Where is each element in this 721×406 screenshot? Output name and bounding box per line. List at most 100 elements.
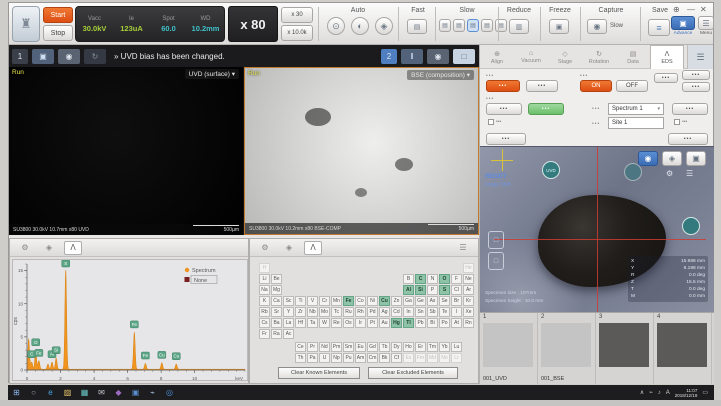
tab-vacuum[interactable]: ⌂Vacuum — [514, 45, 548, 69]
tab-eds[interactable]: ΛEDS — [650, 45, 684, 69]
element-Dy[interactable]: Dy — [391, 342, 402, 352]
element-Sb[interactable]: Sb — [427, 307, 438, 317]
chamber-camera-view[interactable]: RESET Image Shift UVD ⚙ ☰ ◉ ◈ ▣ □ □ Spec… — [480, 146, 714, 312]
element-Sn[interactable]: Sn — [415, 307, 426, 317]
element-Pb[interactable]: Pb — [415, 318, 426, 328]
element-Th[interactable]: Th — [295, 353, 306, 363]
element-Nd[interactable]: Nd — [319, 342, 330, 352]
panel1-detector-dropdown[interactable]: UVD (surface) ▾ — [185, 69, 239, 79]
eds-small-button[interactable]: ••• — [682, 82, 710, 92]
slow-scan-button-1[interactable]: ▤ — [439, 19, 451, 32]
panel2-pause-button[interactable]: ‖ — [401, 49, 423, 64]
element-Ni[interactable]: Ni — [367, 296, 378, 306]
auto-focus-button[interactable]: ⊙ — [327, 17, 345, 35]
ime-indicator[interactable]: A — [666, 390, 670, 396]
element-Fr[interactable]: Fr — [259, 329, 270, 339]
element-Er[interactable]: Er — [415, 342, 426, 352]
thumbnail-slot-2[interactable]: 2 001_BSE — [538, 313, 596, 384]
eds-small-button[interactable]: ••• — [654, 73, 678, 83]
uvd-detector-badge[interactable]: UVD — [542, 161, 560, 179]
element-Ba[interactable]: Ba — [271, 318, 282, 328]
element-Pd[interactable]: Pd — [367, 307, 378, 317]
eds-active-button[interactable]: ••• — [528, 103, 564, 115]
element-La[interactable]: La — [283, 318, 294, 328]
element-Au[interactable]: Au — [379, 318, 390, 328]
element-Cl[interactable]: Cl — [451, 285, 462, 295]
zoom-out-button[interactable]: □ — [488, 252, 504, 270]
fast-scan-button[interactable]: ▤ — [407, 19, 427, 34]
panel1-number-button[interactable]: 1 — [12, 49, 28, 64]
element-P[interactable]: P — [427, 285, 438, 295]
element-He[interactable]: He — [463, 263, 474, 273]
freeze-button[interactable]: ▣ — [549, 19, 569, 34]
element-Ga[interactable]: Ga — [403, 296, 414, 306]
element-Md[interactable]: Md — [427, 353, 438, 363]
slow-scan-button-5[interactable]: ▤ — [495, 19, 507, 32]
element-Ho[interactable]: Ho — [403, 342, 414, 352]
volume-icon[interactable]: ♪ — [658, 390, 661, 396]
element-U[interactable]: U — [319, 353, 330, 363]
element-Bk[interactable]: Bk — [379, 353, 390, 363]
auto-brightness-button[interactable]: ◐ — [351, 17, 369, 35]
element-O[interactable]: O — [439, 274, 450, 284]
element-Cm[interactable]: Cm — [367, 353, 378, 363]
element-Mn[interactable]: Mn — [331, 296, 342, 306]
element-Cs[interactable]: Cs — [259, 318, 270, 328]
app-icon-blue[interactable]: ▣ — [127, 385, 144, 400]
network-icon[interactable]: ⌁ — [649, 389, 653, 396]
mail-icon[interactable]: ✉ — [93, 385, 110, 400]
slow-scan-button-3[interactable]: ▤ — [467, 19, 479, 32]
tab-align[interactable]: ⊕Align — [480, 45, 514, 69]
element-Gd[interactable]: Gd — [367, 342, 378, 352]
eds-action-button[interactable]: ••• — [486, 133, 526, 145]
mag-low-button[interactable]: x 30 — [281, 7, 313, 23]
thumbnail-slot-1[interactable]: 1 001_UVD — [480, 313, 538, 384]
gear-icon[interactable]: ⚙ — [256, 241, 274, 255]
element-Br[interactable]: Br — [451, 296, 462, 306]
element-Tc[interactable]: Tc — [331, 307, 342, 317]
detector-badge-3[interactable] — [682, 217, 700, 235]
element-Zr[interactable]: Zr — [295, 307, 306, 317]
start-button[interactable]: ⊞ — [8, 385, 25, 400]
vs-icon[interactable]: ◆ — [110, 385, 127, 400]
element-Ru[interactable]: Ru — [343, 307, 354, 317]
element-Ge[interactable]: Ge — [415, 296, 426, 306]
element-Pu[interactable]: Pu — [343, 353, 354, 363]
element-Ir[interactable]: Ir — [355, 318, 366, 328]
clear-known-elements-button[interactable]: Clear Known Elements — [278, 367, 360, 379]
tab-rotation[interactable]: ↻Rotation — [582, 45, 616, 69]
site-name-input[interactable]: Site 1 — [608, 117, 664, 129]
element-B[interactable]: B — [403, 274, 414, 284]
element-Cr[interactable]: Cr — [319, 296, 330, 306]
element-Fm[interactable]: Fm — [415, 353, 426, 363]
element-Zn[interactable]: Zn — [391, 296, 402, 306]
element-Tl[interactable]: Tl — [403, 318, 414, 328]
panel1-refresh-button[interactable]: ↻ — [84, 49, 106, 64]
element-Tm[interactable]: Tm — [427, 342, 438, 352]
clear-excluded-elements-button[interactable]: Clear Excluded Elements — [368, 367, 458, 379]
tab-stage[interactable]: ◇Stage — [548, 45, 582, 69]
element-W[interactable]: W — [319, 318, 330, 328]
eds-spectrum-chart[interactable]: 0 2 4 6 8 10keV 0 5 10 15 cps C O Fe Al … — [12, 259, 248, 386]
detector-on-button[interactable]: ON — [580, 80, 612, 92]
eds-action-button[interactable]: ••• — [668, 133, 708, 145]
element-Hf[interactable]: Hf — [295, 318, 306, 328]
sem-image-panel-1[interactable]: Run UVD (surface) ▾ SU3800 30.0kV 10.7mm… — [9, 67, 244, 235]
element-Sr[interactable]: Sr — [271, 307, 282, 317]
minimize-button[interactable]: — — [687, 5, 695, 14]
element-As[interactable]: As — [427, 296, 438, 306]
spectrum-select[interactable]: Spectrum 1▾ — [608, 103, 664, 115]
panel2-camera-button[interactable]: ◉ — [427, 49, 449, 64]
capture-button[interactable]: ◉ — [587, 19, 607, 34]
camera-tool-button[interactable]: ◈ — [662, 151, 682, 166]
element-Sc[interactable]: Sc — [283, 296, 294, 306]
element-H[interactable]: H — [259, 263, 270, 273]
eds-small-button[interactable]: ••• — [682, 70, 710, 80]
thumbnail-image[interactable] — [541, 323, 591, 367]
settings-icon[interactable]: ⊕ — [673, 5, 680, 14]
store-icon[interactable]: ▦ — [76, 385, 93, 400]
eds-action-button[interactable]: ••• — [486, 103, 522, 115]
element-N[interactable]: N — [427, 274, 438, 284]
element-Te[interactable]: Te — [439, 307, 450, 317]
filter-icon[interactable]: ◈ — [40, 241, 58, 255]
